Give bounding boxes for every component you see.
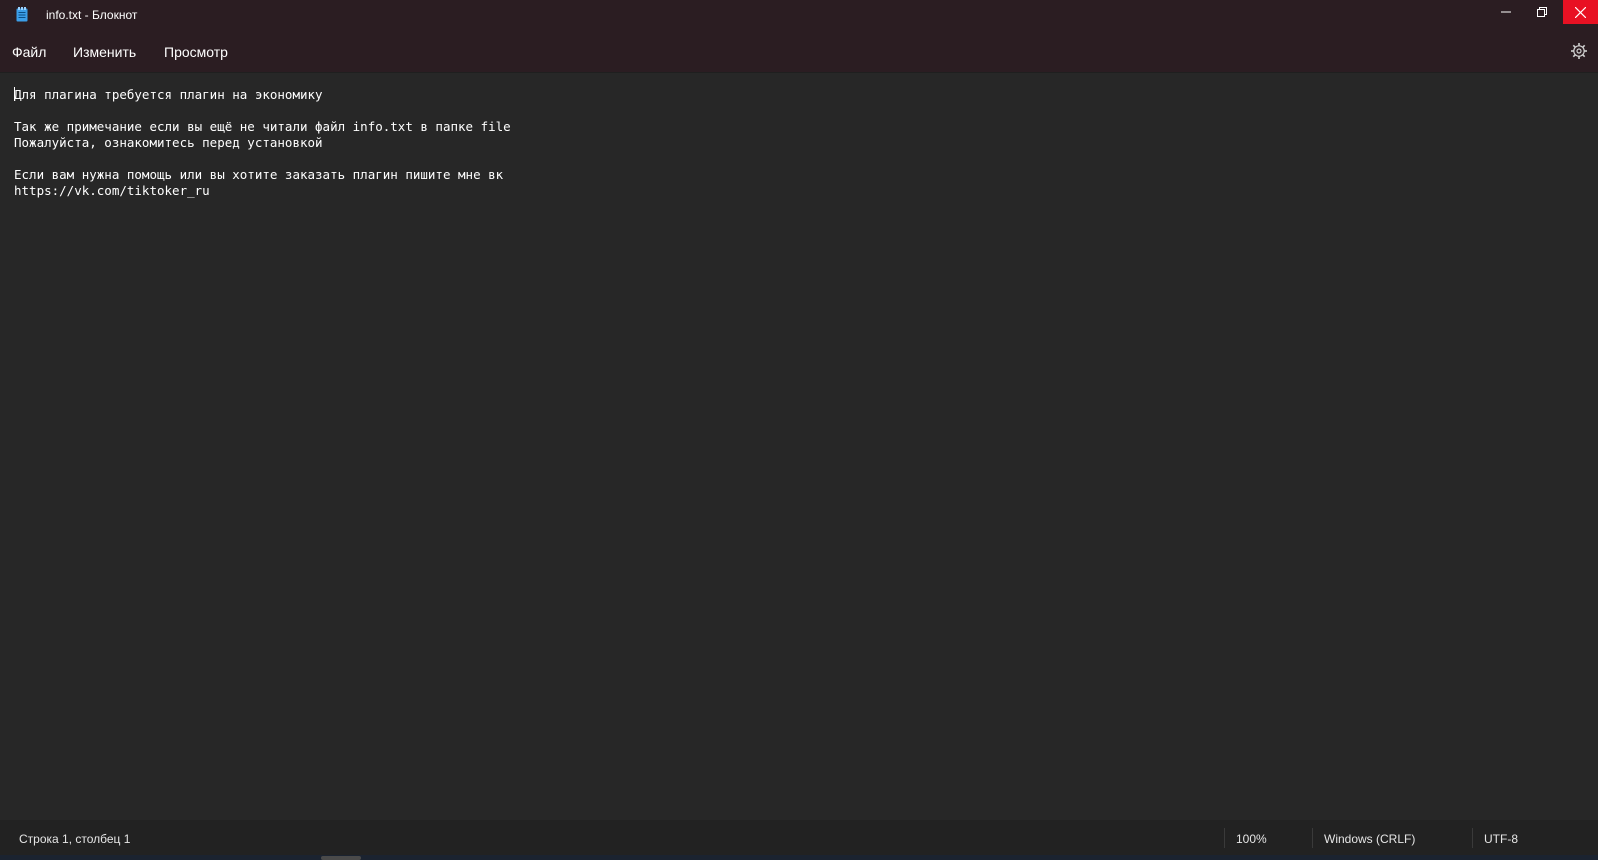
- restore-button[interactable]: [1524, 0, 1560, 24]
- close-button[interactable]: [1563, 0, 1598, 24]
- window-title: info.txt - Блокнот: [46, 8, 138, 22]
- encoding[interactable]: UTF-8: [1484, 832, 1518, 846]
- editor-line-1: Для плагина требуется плагин на экономик…: [14, 87, 323, 102]
- status-bar: Строка 1, столбец 1 100% Windows (CRLF) …: [0, 820, 1598, 855]
- scroll-thumb[interactable]: [321, 856, 361, 860]
- editor-line-6: Если вам нужна помощь или вы хотите зака…: [14, 167, 504, 182]
- status-divider: [1312, 828, 1313, 848]
- restore-icon: [1537, 7, 1547, 17]
- notepad-icon: [16, 7, 28, 22]
- menu-bar: Файл Изменить Просмотр: [0, 30, 1598, 73]
- taskbar-edge: [0, 855, 1598, 860]
- title-bar[interactable]: info.txt - Блокнот: [0, 0, 1598, 30]
- editor-line-4: Пожалуйста, ознакомитесь перед установко…: [14, 135, 323, 150]
- status-divider: [1224, 828, 1225, 848]
- menu-view[interactable]: Просмотр: [164, 44, 228, 60]
- line-ending[interactable]: Windows (CRLF): [1324, 832, 1415, 846]
- gear-icon[interactable]: [1570, 42, 1588, 60]
- cursor-position: Строка 1, столбец 1: [19, 832, 131, 846]
- menu-file[interactable]: Файл: [12, 44, 46, 60]
- minimize-icon: [1501, 11, 1511, 13]
- status-divider: [1472, 828, 1473, 848]
- close-icon: [1575, 6, 1586, 18]
- editor-line-3: Так же примечание если вы ещё не читали …: [14, 119, 511, 134]
- minimize-button[interactable]: [1488, 0, 1524, 24]
- notepad-window: info.txt - Блокнот Файл Изменить Просмот…: [0, 0, 1598, 860]
- menu-edit[interactable]: Изменить: [73, 44, 136, 60]
- editor-line-7: https://vk.com/tiktoker_ru: [14, 183, 210, 198]
- zoom-level[interactable]: 100%: [1236, 832, 1267, 846]
- text-editor[interactable]: Для плагина требуется плагин на экономик…: [0, 73, 1598, 820]
